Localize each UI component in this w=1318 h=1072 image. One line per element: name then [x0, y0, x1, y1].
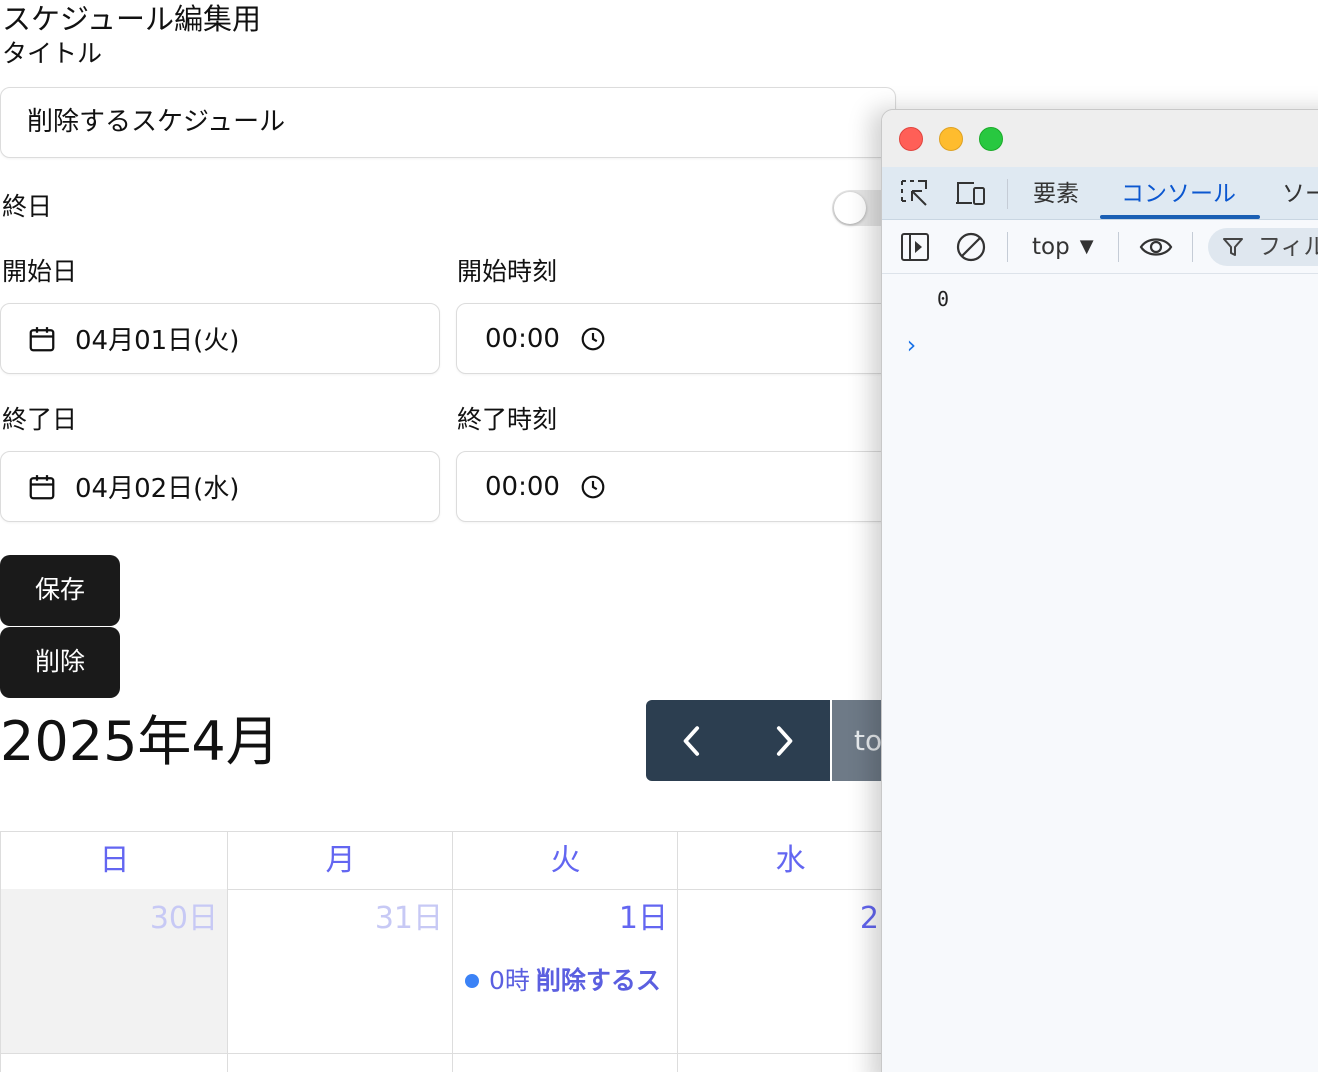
event-time: 0時 — [489, 966, 530, 995]
tab-elements[interactable]: 要素 — [1033, 179, 1079, 209]
page-title: スケジュール編集用 — [2, 2, 261, 36]
calendar-day-cell[interactable]: 1日 0時 削除するス — [452, 889, 678, 1054]
clock-icon — [580, 326, 606, 352]
tab-console[interactable]: コンソール — [1121, 179, 1236, 209]
calendar-next-row — [227, 1053, 453, 1072]
end-date-label: 終了日 — [2, 405, 78, 434]
calendar-icon — [27, 472, 57, 502]
separator — [1118, 232, 1119, 262]
end-date-field[interactable]: 04月02日(水) — [0, 451, 440, 522]
weekday-header: 月 — [227, 831, 453, 890]
chevron-left-icon — [683, 725, 700, 756]
separator — [1007, 232, 1008, 262]
weekday-header: 水 — [677, 831, 903, 890]
weekday-header: 火 — [452, 831, 678, 890]
calendar-next-row — [677, 1053, 903, 1072]
delete-button[interactable]: 削除 — [0, 627, 120, 698]
weekday-header: 日 — [0, 831, 228, 890]
console-toolbar: top ▼ フィル — [882, 220, 1318, 274]
context-value: top — [1032, 234, 1070, 260]
calendar-next-row — [452, 1053, 678, 1072]
calendar-nav: to — [646, 700, 912, 781]
devtools-tabbar: 要素 コンソール ソー — [882, 167, 1318, 220]
devtools-titlebar — [882, 110, 1318, 167]
calendar-day-cell[interactable]: 31日 — [227, 889, 453, 1054]
event-title: 削除するス — [535, 966, 661, 995]
chevron-right-icon — [776, 725, 793, 756]
context-selector[interactable]: top ▼ — [1032, 232, 1094, 262]
clock-icon — [580, 474, 606, 500]
day-number: 31日 — [374, 901, 443, 936]
calendar-next-row — [0, 1053, 228, 1072]
devtools-window: 要素 コンソール ソー top ▼ — [881, 109, 1318, 1072]
sidebar-toggle-icon[interactable] — [898, 230, 932, 264]
eye-icon[interactable] — [1137, 230, 1173, 264]
start-date-field[interactable]: 04月01日(火) — [0, 303, 440, 374]
clear-console-icon[interactable] — [954, 230, 988, 264]
next-month-button[interactable] — [738, 700, 830, 781]
allday-label: 終日 — [2, 192, 53, 221]
calendar-event[interactable]: 0時 削除するス — [465, 963, 661, 999]
title-label: タイトル — [2, 39, 103, 68]
start-date-label: 開始日 — [2, 257, 78, 286]
prev-month-button[interactable] — [646, 700, 738, 781]
dropdown-arrow-icon: ▼ — [1079, 236, 1094, 257]
filter-placeholder: フィル — [1258, 234, 1318, 260]
tab-sources[interactable]: ソー — [1282, 179, 1318, 209]
separator — [1192, 232, 1193, 262]
inspect-element-icon[interactable] — [898, 177, 932, 211]
day-number: 30日 — [149, 901, 218, 936]
filter-icon — [1223, 238, 1243, 256]
calendar-day-cell[interactable]: 30日 — [0, 889, 228, 1054]
separator — [1007, 179, 1008, 209]
title-input[interactable]: 削除するスケジュール — [0, 87, 896, 158]
save-button[interactable]: 保存 — [0, 555, 120, 626]
filter-input[interactable]: フィル — [1208, 228, 1318, 266]
console-log-value: 0 — [937, 287, 950, 311]
minimize-window-button[interactable] — [939, 127, 963, 151]
end-time-label: 終了時刻 — [457, 405, 558, 434]
console-prompt[interactable]: › — [904, 330, 918, 360]
calendar-day-cell[interactable]: 2日 — [677, 889, 909, 1054]
toggle-knob — [834, 192, 866, 224]
zoom-window-button[interactable] — [979, 127, 1003, 151]
start-date-value: 04月01日(火) — [75, 326, 240, 356]
close-window-button[interactable] — [899, 127, 923, 151]
calendar-month-title: 2025年4月 — [0, 710, 280, 773]
event-dot — [465, 974, 479, 988]
start-time-label: 開始時刻 — [457, 257, 558, 286]
end-time-value: 00:00 — [485, 471, 560, 502]
device-toolbar-icon[interactable] — [954, 177, 988, 211]
end-date-value: 04月02日(水) — [75, 474, 240, 504]
start-time-value: 00:00 — [485, 323, 560, 354]
day-number: 1日 — [618, 901, 668, 936]
calendar-icon — [27, 324, 57, 354]
active-tab-indicator — [1100, 215, 1260, 219]
